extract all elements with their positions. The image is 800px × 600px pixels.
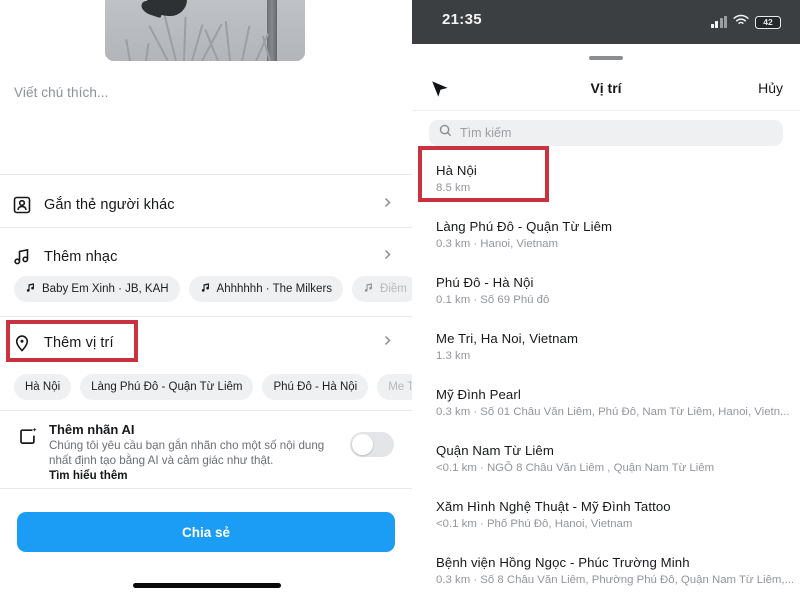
battery-icon: 42 [755,15,781,29]
location-result-detail: 8.5 km [436,182,471,194]
location-result-name: Hà Nội [436,163,477,178]
location-result-detail: 0.3 km · Hanoi, Vietnam [436,238,558,250]
location-chip-label: Phú Đô - Hà Nội [273,381,358,393]
sheet-grabber-handle[interactable] [589,56,623,60]
option-row-add-location[interactable]: Thêm vị trí [0,320,412,365]
location-result-detail: 0.3 km · Số 8 Châu Văn Liêm, Phường Phú … [436,574,795,586]
option-label-add-location: Thêm vị trí [44,334,114,351]
ai-label-learn-more-link[interactable]: Tìm hiểu thêm [49,469,128,482]
option-label-tag-people: Gắn thẻ người khác [44,196,175,213]
list-item[interactable]: Làng Phú Đô - Quận Từ Liêm 0.3 km · Hano… [412,210,800,266]
location-sheet: Vị trí Hủy Tìm kiếm Hà Nội 8.5 km Làng P… [412,44,800,600]
location-results-list[interactable]: Hà Nội 8.5 km Làng Phú Đô - Quận Từ Liêm… [412,154,800,600]
status-bar-indicators: 42 [710,13,781,31]
music-chip[interactable]: Ahhhhhh · The Milkers [188,276,344,302]
location-chip-label: Hà Nội [25,381,61,393]
tag-person-icon [0,195,44,215]
music-chip-label: Baby Em Xinh · JB, KAH [42,283,169,295]
chevron-right-icon-add-location [381,334,394,352]
share-button[interactable]: Chia sẻ [17,512,395,552]
ai-sparkle-icon [17,426,39,453]
sheet-title: Vị trí [590,80,622,96]
location-result-name: Làng Phú Đô - Quận Từ Liêm [436,219,613,234]
option-row-add-music[interactable]: Thêm nhạc [0,234,412,279]
list-item[interactable]: Phú Đô - Hà Nội 0.1 km · Số 69 Phú đô [412,266,800,322]
location-result-name: Mỹ Đình Pearl [436,387,521,402]
navigation-arrow-icon[interactable] [429,78,451,105]
music-chip[interactable]: Baby Em Xinh · JB, KAH [14,276,180,302]
location-chip-label: Me T [388,381,412,393]
list-item[interactable]: Mỹ Đình Pearl 0.3 km · Số 01 Châu Văn Li… [412,378,800,434]
list-item[interactable]: Hà Nội 8.5 km [412,154,800,210]
location-result-name: Xăm Hình Nghệ Thuật - Mỹ Đình Tattoo [436,499,671,514]
ai-label-title: Thêm nhãn AI [49,422,135,437]
chevron-right-icon-add-music [381,248,394,266]
post-composer-panel: Viết chú thích... Gắn thẻ người khác Thê… [0,0,412,600]
location-result-name: Quận Nam Từ Liêm [436,443,554,458]
list-item[interactable]: Me Tri, Ha Noi, Vietnam 1.3 km [412,322,800,378]
location-result-detail: <0.1 km · Phố Phú Đô, Hanoi, Vietnam [436,518,633,530]
location-chip[interactable]: Me T [377,374,412,400]
search-input[interactable]: Tìm kiếm [429,120,783,146]
sheet-nav-separator [412,110,800,111]
photo-grass [105,13,305,61]
cancel-button[interactable]: Hủy [758,80,783,96]
ai-label-description: Chúng tôi yêu cầu bạn gắn nhãn cho một s… [49,439,325,467]
music-suggestion-chips[interactable]: Baby Em Xinh · JB, KAH Ahhhhhh · The Mil… [0,275,412,303]
music-note-icon-chip [25,282,36,296]
list-item[interactable]: Quận Nam Từ Liêm <0.1 km · NGÕ 8 Châu Vă… [412,434,800,490]
option-label-add-music: Thêm nhạc [44,248,118,265]
ai-label-toggle[interactable] [350,432,394,457]
music-chip[interactable]: Điềm [352,276,412,302]
cellular-signal-icon [710,16,727,28]
divider-above-share-button [0,488,412,489]
location-result-detail: 0.3 km · Số 01 Châu Văn Liêm, Phú Đô, Na… [436,406,790,418]
search-placeholder-text: Tìm kiếm [460,126,512,140]
music-note-icon-chip [200,282,211,296]
option-row-tag-people[interactable]: Gắn thẻ người khác [0,182,412,227]
post-photo-thumbnail[interactable] [105,0,305,61]
location-result-detail: 1.3 km [436,350,471,362]
status-bar-time: 21:35 [442,11,482,28]
location-chip-label: Làng Phú Đô - Quận Từ Liêm [91,381,243,393]
divider-above-tag-row [0,174,412,175]
list-item[interactable]: Bệnh viện Hồng Ngọc - Phúc Trường Minh 0… [412,546,800,600]
status-bar: 21:35 42 [412,0,800,44]
list-item[interactable]: Xăm Hình Nghệ Thuật - Mỹ Đình Tattoo <0.… [412,490,800,546]
wifi-icon [733,13,749,31]
music-chip-label: Điềm [380,283,407,295]
location-picker-panel: 21:35 42 Vị trí Hủy Tìm kiếm Hà Nội 8.5 … [412,0,800,600]
home-indicator-left [133,583,281,588]
music-note-icon [0,247,44,267]
location-chip[interactable]: Làng Phú Đô - Quận Từ Liêm [80,374,254,400]
location-suggestion-chips[interactable]: Hà Nội Làng Phú Đô - Quận Từ Liêm Phú Đô… [0,373,412,401]
music-note-icon-chip [363,282,374,296]
ai-label-section: Thêm nhãn AI Chúng tôi yêu cầu bạn gắn n… [0,414,412,484]
location-chip[interactable]: Phú Đô - Hà Nội [262,374,369,400]
divider-above-location-row [0,316,412,317]
location-chip[interactable]: Hà Nội [14,374,72,400]
location-result-detail: 0.1 km · Số 69 Phú đô [436,294,550,306]
location-pin-icon [0,333,44,353]
location-result-detail: <0.1 km · NGÕ 8 Châu Văn Liêm , Quận Nam… [436,462,715,474]
sheet-navigation-bar: Vị trí Hủy [412,68,800,110]
chevron-right-icon-tag-people [381,196,394,214]
location-result-name: Phú Đô - Hà Nội [436,275,534,290]
divider-below-tag-row [0,227,412,228]
music-chip-label: Ahhhhhh · The Milkers [216,283,333,295]
search-icon [439,124,452,142]
ai-label-toggle-knob [352,434,373,455]
divider-above-ai-block [0,410,412,411]
screenshot-root: Viết chú thích... Gắn thẻ người khác Thê… [0,0,800,600]
caption-placeholder-text[interactable]: Viết chú thích... [14,85,109,100]
location-result-name: Me Tri, Ha Noi, Vietnam [436,331,579,346]
location-result-name: Bệnh viện Hồng Ngọc - Phúc Trường Minh [436,555,690,570]
